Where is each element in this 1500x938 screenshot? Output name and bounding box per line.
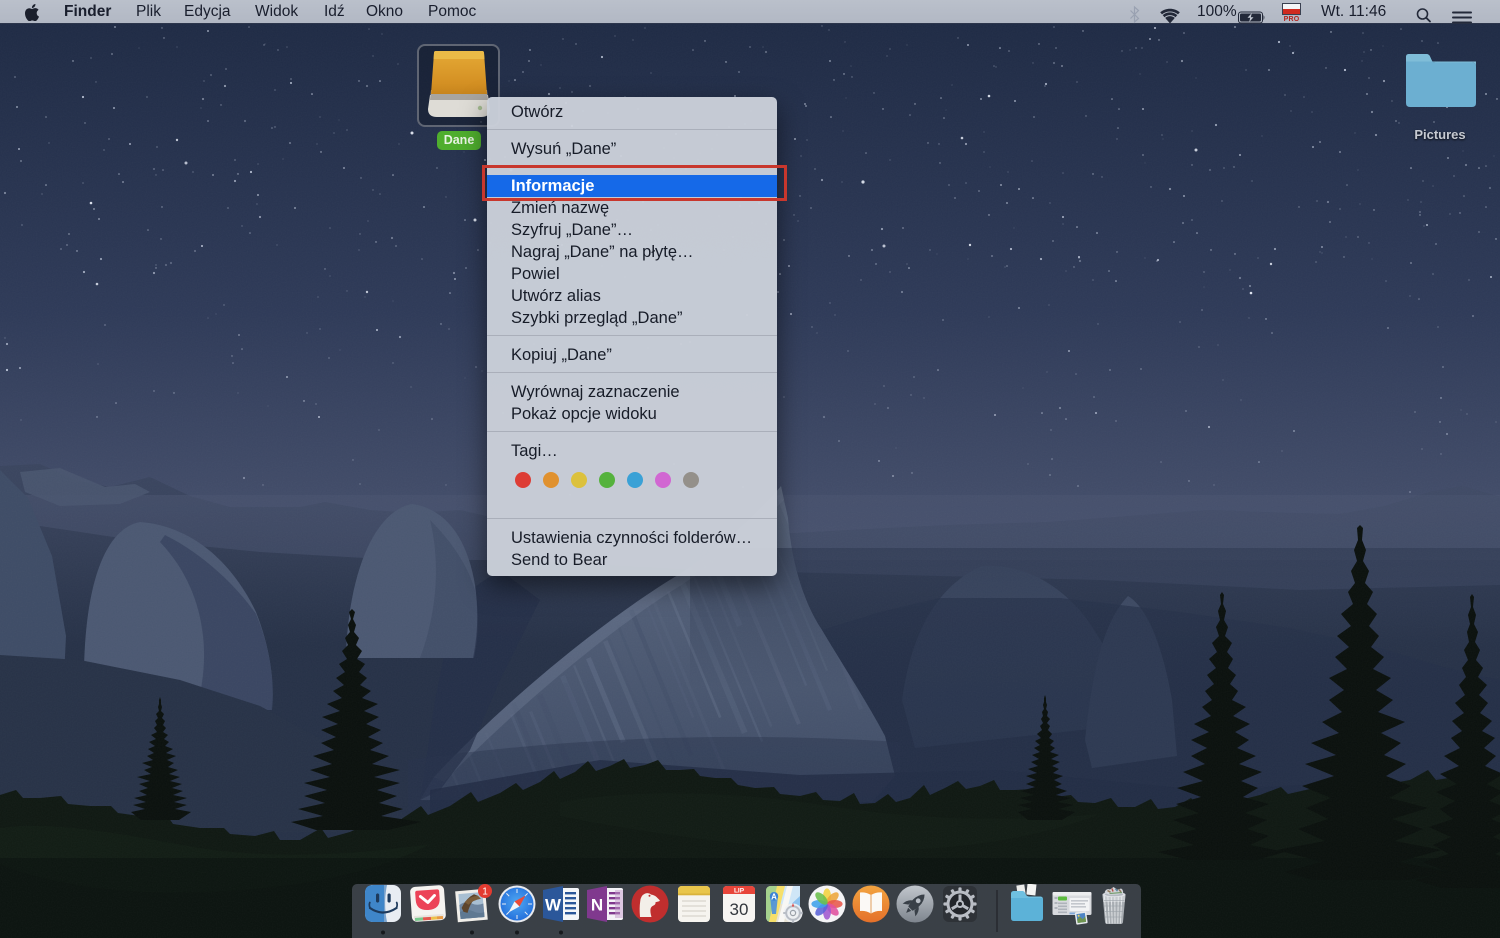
svg-text:A: A	[771, 892, 777, 901]
svg-text:1: 1	[482, 886, 488, 897]
svg-text:W: W	[545, 896, 562, 915]
svg-text:LIP: LIP	[734, 888, 745, 895]
svg-text:N: N	[591, 896, 603, 915]
svg-text:30: 30	[730, 900, 749, 919]
